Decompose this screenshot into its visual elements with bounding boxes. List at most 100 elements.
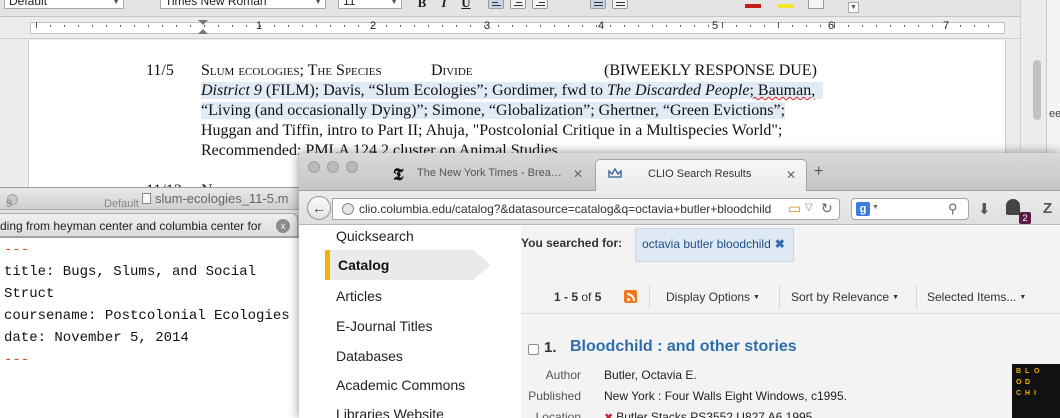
- back-button[interactable]: ←: [307, 196, 331, 220]
- sidebar-item-databases[interactable]: Databases: [336, 348, 403, 364]
- highlight-icon[interactable]: [778, 4, 794, 8]
- close-icon[interactable]: x: [276, 219, 290, 233]
- search-icon[interactable]: ⚲: [948, 201, 958, 217]
- nyt-icon: 𝕿: [393, 165, 404, 184]
- document-scrollbar[interactable]: [1020, 0, 1046, 150]
- result-title-link[interactable]: Bloodchild : and other stories: [570, 338, 797, 356]
- remove-icon[interactable]: ✖: [775, 237, 785, 251]
- sidebar-item-quicksearch[interactable]: Quicksearch: [336, 228, 414, 244]
- ruler-dot: [610, 25, 611, 27]
- tab-label: The New York Times - Brea…: [417, 167, 562, 179]
- ruler-dot: [106, 25, 107, 27]
- reload-icon[interactable]: ↻: [821, 200, 833, 217]
- justify-icon[interactable]: [590, 0, 606, 9]
- sidebar-item-ejournals[interactable]: E-Journal Titles: [336, 318, 432, 334]
- ruler-dot: [302, 25, 303, 27]
- editor-text-area[interactable]: --- title: Bugs, Slums, and Social Struc…: [0, 239, 305, 418]
- font-color-icon[interactable]: [745, 4, 761, 8]
- align-right-icon[interactable]: [532, 0, 548, 9]
- underline-icon[interactable]: U: [458, 0, 474, 10]
- ruler-dot: [344, 25, 345, 27]
- ruler-dot: [190, 25, 191, 27]
- back-arrow-icon: ←: [312, 200, 326, 216]
- sort-dropdown[interactable]: Sort by Relevance ▼: [791, 290, 899, 304]
- close-tab-icon[interactable]: ✕: [786, 168, 796, 182]
- tab-clio-search-results[interactable]: CLIO Search Results ✕: [595, 159, 807, 191]
- author-value: Butler, Octavia E.: [604, 368, 697, 382]
- display-options-dropdown[interactable]: Display Options ▼: [666, 290, 760, 304]
- ruler-dot: [386, 25, 387, 27]
- ruler-dot: [862, 25, 863, 27]
- style-select[interactable]: Default ▼: [4, 0, 124, 9]
- download-icon[interactable]: ⬇: [978, 200, 991, 218]
- align-center-icon[interactable]: [510, 0, 526, 9]
- line-spacing-icon[interactable]: [612, 0, 628, 9]
- close-tab-icon[interactable]: ✕: [573, 167, 583, 181]
- toolbar-overflow-icon[interactable]: ▼: [848, 2, 859, 13]
- sidebar-item-articles[interactable]: Articles: [336, 288, 382, 304]
- published-label: Published: [528, 389, 581, 403]
- editor-tab[interactable]: ding from heyman center and columbia cen…: [0, 213, 298, 237]
- published-value: New York : Four Walls Eight Windows, c19…: [604, 389, 847, 403]
- align-left-icon[interactable]: [488, 0, 504, 9]
- ruler-dot: [890, 25, 891, 27]
- indent-marker-icon[interactable]: [198, 29, 208, 34]
- zoom-window-button[interactable]: [346, 161, 358, 173]
- size-select[interactable]: 11 ▼: [338, 0, 402, 9]
- ruler-dot: [512, 25, 513, 27]
- editor-title: slum-ecologies_11-5.m: [142, 191, 288, 206]
- crown-icon: [608, 168, 622, 178]
- italic-icon[interactable]: I: [436, 0, 452, 10]
- reading-text: (FILM); Davis, “Slum Ecologies”; Gordime…: [261, 82, 607, 99]
- bold-icon[interactable]: B: [414, 0, 430, 10]
- sidebar-item-academic-commons[interactable]: Academic Commons: [336, 377, 465, 393]
- minimize-window-button[interactable]: [327, 161, 339, 173]
- tab-new-york-times[interactable]: 𝕿 The New York Times - Brea… ✕: [385, 159, 597, 191]
- ruler-number: 5: [712, 20, 719, 32]
- reading-line: Huggan and Tiffin, intro to Part II; Ahu…: [201, 122, 783, 139]
- film-title: District 9: [201, 82, 262, 99]
- rss-icon[interactable]: [624, 290, 637, 303]
- browser-tab-strip: 𝕿 The New York Times - Brea… ✕ CLIO Sear…: [299, 153, 1060, 191]
- book-cover-thumbnail[interactable]: B L O O D C H I: [1012, 364, 1060, 418]
- caret-down-icon: ▼: [892, 294, 899, 301]
- chevron-down-icon[interactable]: ▽: [805, 202, 813, 213]
- ruler-track: [30, 22, 1005, 34]
- scroll-thumb[interactable]: [1033, 60, 1041, 120]
- front-matter-delimiter: ---: [4, 352, 30, 368]
- new-tab-button[interactable]: +: [814, 163, 823, 181]
- schedule-date: 11/5: [146, 62, 174, 79]
- style-select-value: Default: [9, 0, 48, 8]
- sidebar-item-catalog-label[interactable]: Catalog: [338, 257, 389, 273]
- google-icon[interactable]: g: [856, 202, 870, 216]
- search-engine-bar[interactable]: g ▼ ⚲: [851, 198, 969, 220]
- background-color-icon[interactable]: [808, 0, 824, 9]
- zotero-icon[interactable]: Z: [1043, 200, 1052, 217]
- editor-tab-bar: ding from heyman center and columbia cen…: [0, 210, 305, 238]
- font-select[interactable]: Times New Roman ▼: [160, 0, 326, 9]
- ruler-tick: [834, 22, 835, 28]
- search-constraint-chip[interactable]: octavia butler bloodchild ✖: [635, 228, 794, 262]
- result-select-checkbox[interactable]: [528, 344, 539, 355]
- caret-down-icon: ▼: [753, 294, 760, 301]
- navigation-bar: clio.columbia.edu/catalog?&datasource=ca…: [299, 191, 1060, 225]
- ruler-dot: [176, 25, 177, 27]
- font-select-value: Times New Roman: [165, 0, 267, 8]
- selected-items-dropdown[interactable]: Selected Items... ▼: [927, 290, 1026, 304]
- front-matter-line: date: November 5, 2014: [4, 330, 189, 346]
- ghostery-badge: 2: [1019, 212, 1031, 224]
- ruler-dot: [78, 25, 79, 27]
- unavailable-icon: ✖: [604, 412, 614, 418]
- indent-marker-icon[interactable]: [198, 20, 208, 25]
- url-bar[interactable]: clio.columbia.edu/catalog?&datasource=ca…: [332, 198, 840, 220]
- ruler-tick: [778, 22, 779, 28]
- location-text: Butler Stacks PS3552.U827 A6 1995: [616, 410, 813, 418]
- ruler-dot: [652, 25, 653, 27]
- ghostery-icon[interactable]: [1006, 199, 1020, 215]
- ruler-dot: [288, 25, 289, 27]
- close-window-button[interactable]: [308, 161, 320, 173]
- folder-star-icon[interactable]: ▭: [788, 200, 801, 217]
- sidebar-item-libraries-website[interactable]: Libraries Website: [336, 406, 444, 418]
- ruler-dot: [932, 25, 933, 27]
- ruler-dot: [876, 25, 877, 27]
